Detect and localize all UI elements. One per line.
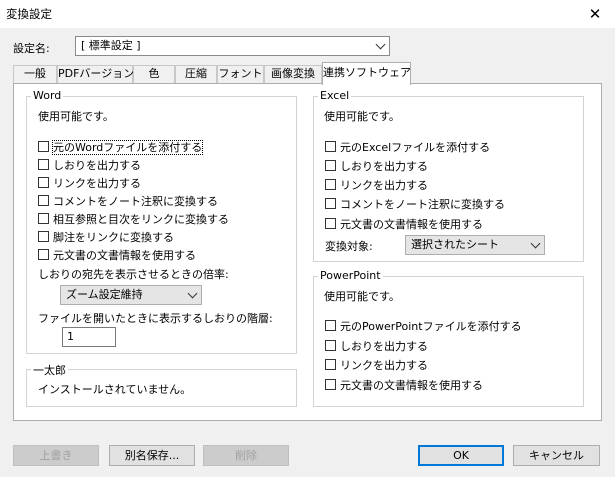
excel-group-title: Excel <box>318 89 352 102</box>
word-crossref-label[interactable]: 相互参照と目次をリンクに変換する <box>53 211 229 227</box>
word-zoom-dropdown[interactable]: ズーム設定維持 <box>60 285 202 305</box>
excel-link-label[interactable]: リンクを出力する <box>340 177 428 193</box>
tab-pdf-version[interactable]: PDFバージョン <box>57 65 134 83</box>
powerpoint-link-checkbox[interactable] <box>325 359 336 370</box>
word-bookmark-label[interactable]: しおりを出力する <box>53 157 141 173</box>
tab-general[interactable]: 一般 <box>13 65 57 83</box>
powerpoint-link-label[interactable]: リンクを出力する <box>340 357 428 373</box>
title-bar <box>0 0 615 28</box>
excel-comment-checkbox[interactable] <box>325 198 336 209</box>
word-bookmark-checkbox[interactable] <box>38 159 49 170</box>
excel-bookmark-label[interactable]: しおりを出力する <box>340 158 428 174</box>
word-attach-label[interactable]: 元のWordファイルを添付する <box>51 140 204 155</box>
word-zoom-label: しおりの宛先を表示させるときの倍率: <box>38 268 229 281</box>
word-link-label[interactable]: リンクを出力する <box>53 175 141 191</box>
close-icon[interactable]: ✕ <box>584 4 606 24</box>
word-footnote-checkbox[interactable] <box>38 231 49 242</box>
tab-linked-software[interactable]: 連携ソフトウェア <box>322 62 411 85</box>
word-level-input[interactable]: 1 <box>62 327 116 347</box>
excel-target-label: 変換対象: <box>325 240 373 253</box>
tab-image-conversion[interactable]: 画像変換 <box>264 65 322 83</box>
word-docinfo-label[interactable]: 元文書の文書情報を使用する <box>53 247 196 263</box>
word-comment-checkbox[interactable] <box>38 195 49 206</box>
powerpoint-bookmark-label[interactable]: しおりを出力する <box>340 338 428 354</box>
ichitaro-status: インストールされていません。 <box>38 383 192 396</box>
word-docinfo-checkbox[interactable] <box>38 249 49 260</box>
excel-status: 使用可能です。 <box>324 110 400 123</box>
chevron-down-icon <box>187 288 198 299</box>
excel-target-value: 選択されたシート <box>411 238 499 251</box>
excel-attach-label[interactable]: 元のExcelファイルを添付する <box>340 139 490 155</box>
tab-font[interactable]: フォント <box>217 65 264 83</box>
chevron-down-icon <box>530 238 541 249</box>
powerpoint-bookmark-checkbox[interactable] <box>325 340 336 351</box>
settings-name-label: 設定名: <box>13 42 50 55</box>
settings-name-dropdown[interactable]: [ 標準設定 ] <box>75 36 390 56</box>
excel-comment-label[interactable]: コメントをノート注釈に変換する <box>340 196 505 212</box>
word-attach-checkbox[interactable] <box>38 141 49 152</box>
excel-docinfo-checkbox[interactable] <box>325 218 336 229</box>
window-title: 変換設定 <box>6 7 52 21</box>
word-zoom-value: ズーム設定維持 <box>66 288 143 301</box>
tab-color[interactable]: 色 <box>133 65 175 83</box>
ok-button[interactable]: OK <box>418 445 504 466</box>
tab-compression[interactable]: 圧縮 <box>175 65 217 83</box>
chevron-down-icon <box>375 39 386 50</box>
cancel-button[interactable]: キャンセル <box>513 445 600 466</box>
excel-attach-checkbox[interactable] <box>325 141 336 152</box>
word-level-label: ファイルを開いたときに表示するしおりの階層: <box>38 312 273 325</box>
powerpoint-docinfo-label[interactable]: 元文書の文書情報を使用する <box>340 377 483 393</box>
word-crossref-checkbox[interactable] <box>38 213 49 224</box>
excel-docinfo-label[interactable]: 元文書の文書情報を使用する <box>340 216 483 232</box>
powerpoint-docinfo-checkbox[interactable] <box>325 379 336 390</box>
overwrite-button[interactable]: 上書き <box>13 445 99 466</box>
word-comment-label[interactable]: コメントをノート注釈に変換する <box>53 193 218 209</box>
word-link-checkbox[interactable] <box>38 177 49 188</box>
delete-button[interactable]: 削除 <box>203 445 289 466</box>
excel-link-checkbox[interactable] <box>325 179 336 190</box>
word-status: 使用可能です。 <box>38 110 114 123</box>
settings-name-value: [ 標準設定 ] <box>81 39 141 52</box>
word-footnote-label[interactable]: 脚注をリンクに変換する <box>53 229 174 245</box>
powerpoint-group-title: PowerPoint <box>318 269 383 282</box>
word-group-title: Word <box>31 89 64 102</box>
excel-target-dropdown[interactable]: 選択されたシート <box>405 235 545 255</box>
excel-bookmark-checkbox[interactable] <box>325 160 336 171</box>
save-as-button[interactable]: 別名保存... <box>109 445 195 466</box>
powerpoint-attach-checkbox[interactable] <box>325 320 336 331</box>
ichitaro-group-title: 一太郎 <box>31 362 68 378</box>
powerpoint-status: 使用可能です。 <box>324 290 400 303</box>
powerpoint-attach-label[interactable]: 元のPowerPointファイルを添付する <box>340 318 522 334</box>
